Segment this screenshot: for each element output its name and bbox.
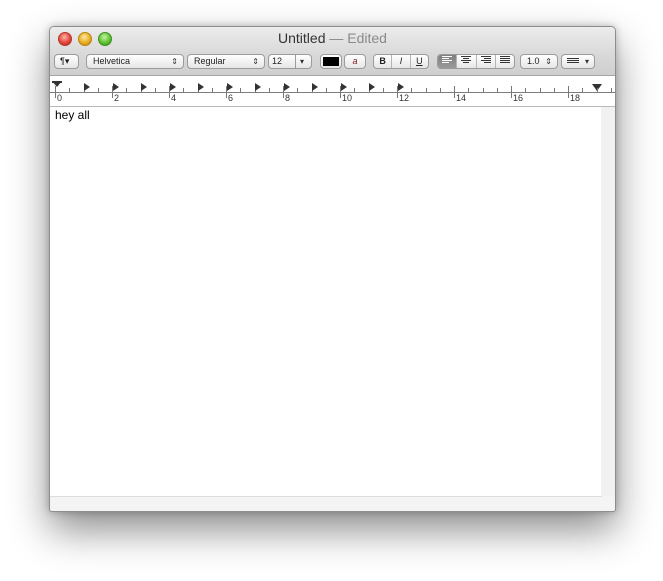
- tab-stop-marker[interactable]: [340, 83, 347, 91]
- ruler-minor-tick: [325, 88, 327, 92]
- highlight-color-well[interactable]: a: [344, 54, 366, 69]
- document-name: Untitled: [278, 30, 326, 46]
- ruler-minor-tick: [240, 88, 242, 92]
- paragraph-styles-menu[interactable]: ¶▾: [54, 54, 79, 69]
- bold-button[interactable]: B: [374, 55, 393, 68]
- font-size-combo[interactable]: 12 ▾: [268, 54, 312, 69]
- italic-button[interactable]: I: [392, 55, 411, 68]
- ruler-minor-tick: [97, 88, 99, 92]
- tab-stop-marker[interactable]: [141, 83, 147, 91]
- highlight-label: a: [352, 56, 358, 66]
- ruler-minor-tick: [439, 88, 441, 92]
- ruler-minor-tick: [69, 88, 71, 92]
- tab-stop-marker[interactable]: [169, 83, 176, 91]
- ruler-minor-tick: [525, 88, 527, 92]
- tab-stop-marker[interactable]: [397, 83, 404, 91]
- popup-arrows-icon: ⇕: [171, 57, 178, 66]
- align-right-button[interactable]: [477, 55, 496, 68]
- ruler-minor-tick: [468, 88, 470, 92]
- tab-stop-marker[interactable]: [84, 83, 90, 91]
- chevron-down-icon: ▾: [584, 57, 589, 66]
- format-toolbar: ¶▾ Helvetica ⇕ Regular ⇕ 12 ▾ a B I U 1.…: [50, 52, 615, 72]
- ruler-number: 14: [456, 93, 467, 103]
- ruler-number: 6: [228, 93, 234, 103]
- ruler-number: 16: [513, 93, 524, 103]
- align-justify-icon: [499, 55, 510, 64]
- ruler-baseline: [50, 92, 615, 93]
- text-color-swatch: [323, 57, 339, 66]
- title-bar[interactable]: Untitled — Edited ¶▾ Helvetica ⇕ Regular…: [50, 27, 615, 76]
- line-spacing-popup[interactable]: 1.0 ⇕: [520, 54, 558, 69]
- ruler-minor-tick: [354, 88, 356, 92]
- list-bullets-popup[interactable]: ▾: [561, 54, 595, 69]
- document-text[interactable]: hey all: [55, 108, 90, 122]
- document-text-area[interactable]: hey all: [50, 107, 602, 497]
- align-justify-button[interactable]: [496, 55, 514, 68]
- line-spacing-value: 1.0: [527, 56, 540, 66]
- align-left-icon: [442, 55, 453, 64]
- tab-stop-marker[interactable]: [198, 83, 204, 91]
- ruler-major-tick: [568, 86, 569, 98]
- ruler-minor-tick: [596, 88, 598, 92]
- font-size-value[interactable]: 12: [272, 56, 282, 66]
- ruler-number: 10: [342, 93, 353, 103]
- scrollbar-track[interactable]: [601, 107, 615, 496]
- ruler-minor-tick: [382, 88, 384, 92]
- font-style-popup[interactable]: Regular ⇕: [187, 54, 265, 69]
- popup-arrows-icon: ⇕: [545, 57, 552, 66]
- window-title: Untitled — Edited: [50, 30, 615, 46]
- underline-button[interactable]: U: [411, 55, 428, 68]
- text-color-well[interactable]: [320, 54, 342, 69]
- ruler-minor-tick: [553, 88, 555, 92]
- align-left-button[interactable]: [438, 55, 458, 68]
- font-family-value: Helvetica: [93, 56, 131, 66]
- ruler-minor-tick: [126, 88, 128, 92]
- ruler-minor-tick: [183, 88, 185, 92]
- align-center-button[interactable]: [457, 55, 477, 68]
- tab-stop-marker[interactable]: [369, 83, 375, 91]
- ruler-minor-tick: [154, 88, 156, 92]
- text-style-segment: B I U: [373, 54, 429, 69]
- ruler-number: 2: [114, 93, 120, 103]
- ruler-minor-tick: [539, 88, 541, 92]
- font-style-value: Regular: [194, 56, 226, 66]
- ruler-minor-tick: [297, 88, 299, 92]
- ruler-minor-tick: [496, 88, 498, 92]
- alignment-segment: [437, 54, 515, 69]
- tab-stop-marker[interactable]: [283, 83, 290, 91]
- ruler-minor-tick: [582, 88, 584, 92]
- ruler-minor-tick: [211, 88, 213, 92]
- align-center-icon: [461, 55, 472, 64]
- ruler-major-tick: [511, 86, 512, 98]
- edited-status: — Edited: [329, 30, 387, 46]
- textedit-window: Untitled — Edited ¶▾ Helvetica ⇕ Regular…: [49, 26, 616, 512]
- ruler-major-tick: [454, 86, 455, 98]
- tab-stop-marker[interactable]: [255, 83, 261, 91]
- popup-arrows-icon: ⇕: [252, 57, 259, 66]
- ruler-minor-tick: [268, 88, 270, 92]
- chevron-down-icon[interactable]: ▾: [295, 55, 311, 68]
- font-family-popup[interactable]: Helvetica ⇕: [86, 54, 184, 69]
- ruler-minor-tick: [425, 88, 427, 92]
- first-line-indent-marker[interactable]: [52, 81, 62, 87]
- tab-stop-marker[interactable]: [226, 83, 233, 91]
- ruler-major-tick: [55, 86, 56, 98]
- ruler-minor-tick: [411, 88, 413, 92]
- align-right-icon: [480, 55, 491, 64]
- ruler-minor-tick: [610, 88, 612, 92]
- ruler[interactable]: 0 2 4 6 8 10 12 14 16 18: [50, 76, 615, 107]
- paragraph-menu-label: ¶▾: [60, 56, 70, 66]
- ruler-number: 8: [285, 93, 291, 103]
- list-icon: [567, 57, 579, 64]
- ruler-minor-tick: [482, 88, 484, 92]
- tab-stop-marker[interactable]: [312, 83, 318, 91]
- tab-stop-marker[interactable]: [112, 83, 119, 91]
- ruler-number: 4: [171, 93, 177, 103]
- ruler-number: 0: [57, 93, 63, 103]
- ruler-number: 12: [399, 93, 410, 103]
- ruler-number: 18: [570, 93, 581, 103]
